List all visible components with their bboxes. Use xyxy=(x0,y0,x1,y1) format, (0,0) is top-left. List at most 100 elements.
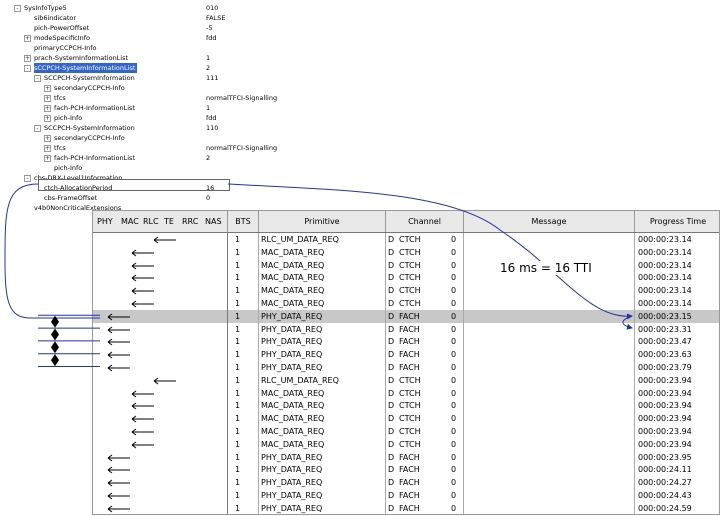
table-row[interactable]: 1 PHY_DATA_REQ D FACH 0 000:00:23.47 xyxy=(93,335,719,348)
arrow-left-icon xyxy=(107,489,130,502)
expand-icon[interactable]: + xyxy=(24,35,31,42)
time-cell: 000:00:23.63 xyxy=(638,350,692,360)
expand-icon[interactable]: + xyxy=(24,55,31,62)
expand-icon[interactable]: + xyxy=(44,115,51,122)
collapse-icon[interactable]: - xyxy=(34,75,41,82)
tree-node-label: pich-Info xyxy=(54,164,83,172)
time-cell: 000:00:23.94 xyxy=(638,375,692,385)
arrow-left-icon xyxy=(107,323,130,336)
table-row[interactable]: 1 PHY_DATA_REQ D FACH 0 000:00:24.11 xyxy=(93,463,719,476)
tree-node-label: SCCPCH-SystemInformation xyxy=(44,74,135,82)
bts-cell: 1 xyxy=(235,491,241,500)
table-row[interactable]: 1 PHY_DATA_REQ D FACH 0 000:00:23.63 xyxy=(93,348,719,361)
table-row[interactable]: 1 MAC_DATA_REQ D CTCH 0 000:00:23.94 xyxy=(93,387,719,400)
header-channel[interactable]: Channel xyxy=(386,211,464,232)
expand-icon[interactable]: + xyxy=(44,135,51,142)
time-cell: 000:00:23.95 xyxy=(638,452,692,462)
channel-index-cell: 0 xyxy=(451,414,457,424)
column-divider xyxy=(227,233,228,514)
arrow-left-icon xyxy=(107,476,130,489)
bts-cell: 1 xyxy=(235,350,241,360)
table-row[interactable]: 1 RLC_UM_DATA_REQ D CTCH 0 000:00:23.14 xyxy=(93,233,719,246)
header-bts[interactable]: BTS xyxy=(228,211,259,232)
primitive-cell: MAC_DATA_REQ xyxy=(261,260,325,270)
tree-node-label: secondaryCCPCH-Info xyxy=(54,84,125,92)
header-nas: NAS xyxy=(205,217,222,226)
table-row[interactable]: 1 MAC_DATA_REQ D CTCH 0 000:00:23.14 xyxy=(93,271,719,284)
expand-icon[interactable]: + xyxy=(44,85,51,92)
primitive-cell: MAC_DATA_REQ xyxy=(261,414,325,424)
channel-cell: FACH xyxy=(399,478,420,488)
table-row[interactable]: 1 MAC_DATA_REQ D CTCH 0 000:00:23.94 xyxy=(93,399,719,412)
channel-cell: CTCH xyxy=(399,401,421,411)
tree-node-label: sib6indicator xyxy=(34,14,77,22)
primitive-cell: PHY_DATA_REQ xyxy=(261,337,323,347)
table-row[interactable]: 1 PHY_DATA_REQ D FACH 0 000:00:23.15 xyxy=(93,309,719,323)
channel-index-cell: 0 xyxy=(451,465,457,475)
header-progress-time[interactable]: Progress Time xyxy=(635,211,719,232)
table-row[interactable]: 1 MAC_DATA_REQ D CTCH 0 000:00:23.94 xyxy=(93,438,719,451)
table-row[interactable]: 1 MAC_DATA_REQ D CTCH 0 000:00:23.14 xyxy=(93,284,719,297)
table-row[interactable]: 1 MAC_DATA_REQ D CTCH 0 000:00:23.14 xyxy=(93,246,719,259)
column-divider xyxy=(463,233,464,514)
tree-node-label: primaryCCPCH-Info xyxy=(34,44,97,52)
channel-cell: FACH xyxy=(399,324,420,334)
diamond-marker xyxy=(51,354,59,367)
tti-note: 16 ms = 16 TTI xyxy=(500,261,592,275)
bts-cell: 1 xyxy=(235,401,241,411)
channel-index-cell: 0 xyxy=(451,286,457,296)
expand-icon[interactable]: + xyxy=(44,105,51,112)
channel-cell: FACH xyxy=(399,363,420,372)
collapse-icon[interactable]: - xyxy=(14,5,21,12)
expand-icon[interactable]: + xyxy=(44,155,51,162)
primitive-cell: MAC_DATA_REQ xyxy=(261,388,325,398)
diamond-marker xyxy=(51,315,59,328)
tree-node-label: SCCPCH-SystemInformation xyxy=(44,124,135,132)
table-row[interactable]: 1 MAC_DATA_REQ D CTCH 0 000:00:23.94 xyxy=(93,425,719,438)
header-message[interactable]: Message xyxy=(464,211,635,232)
table-row[interactable]: 1 PHY_DATA_REQ D FACH 0 000:00:24.59 xyxy=(93,502,719,514)
tree-node-label: pich-Info xyxy=(54,114,83,122)
table-row[interactable]: 1 MAC_DATA_REQ D CTCH 0 000:00:23.14 xyxy=(93,297,719,310)
tree-node-label: tfcs xyxy=(54,144,66,152)
table-row[interactable]: 1 PHY_DATA_REQ D FACH 0 000:00:24.43 xyxy=(93,489,719,502)
time-cell: 000:00:23.94 xyxy=(638,401,692,411)
bts-cell: 1 xyxy=(235,286,241,296)
table-row[interactable]: 1 MAC_DATA_REQ D CTCH 0 000:00:23.94 xyxy=(93,412,719,425)
tree-node-value: FALSE xyxy=(206,14,226,22)
column-divider xyxy=(634,233,635,514)
tree-node-value: 2 xyxy=(206,64,211,72)
bts-cell: 1 xyxy=(235,337,241,347)
trace-grid: PHY MAC RLC TE RRC NAS BTS Primitive Cha… xyxy=(92,210,720,515)
tree-node-value: 010 xyxy=(206,4,219,12)
time-cell: 000:00:23.94 xyxy=(638,388,692,398)
primitive-cell: PHY_DATA_REQ xyxy=(261,324,323,334)
channel-index-cell: 0 xyxy=(451,311,457,321)
collapse-icon[interactable]: - xyxy=(24,65,31,72)
channel-index-cell: 0 xyxy=(451,491,457,500)
table-row[interactable]: 1 PHY_DATA_REQ D FACH 0 000:00:23.79 xyxy=(93,361,719,374)
tree-node-value: fdd xyxy=(206,34,217,42)
collapse-icon[interactable]: - xyxy=(24,175,31,182)
table-row[interactable]: 1 PHY_DATA_REQ D FACH 0 000:00:23.95 xyxy=(93,451,719,464)
collapse-icon[interactable]: - xyxy=(34,125,41,132)
header-primitive[interactable]: Primitive xyxy=(259,211,386,232)
bts-cell: 1 xyxy=(235,375,241,385)
layers-header[interactable]: PHY MAC RLC TE RRC NAS xyxy=(93,211,228,232)
direction-cell: D xyxy=(388,478,395,488)
table-row[interactable]: 1 MAC_DATA_REQ D CTCH 0 000:00:23.14 xyxy=(93,259,719,272)
tree-node-value: 1 xyxy=(206,104,211,112)
expand-icon[interactable]: + xyxy=(44,95,51,102)
tree-node-value: normalTFCI-Signalling xyxy=(206,94,278,102)
expand-icon[interactable]: + xyxy=(44,145,51,152)
table-row[interactable]: 1 PHY_DATA_REQ D FACH 0 000:00:23.31 xyxy=(93,323,719,336)
channel-cell: CTCH xyxy=(399,388,421,398)
table-row[interactable]: 1 RLC_UM_DATA_REQ D CTCH 0 000:00:23.94 xyxy=(93,374,719,387)
direction-cell: D xyxy=(388,235,395,244)
direction-cell: D xyxy=(388,401,395,411)
tree-node-label: sCCPCH-SystemInformationList xyxy=(34,63,138,73)
arrow-left-icon xyxy=(153,374,176,387)
table-row[interactable]: 1 PHY_DATA_REQ D FACH 0 000:00:24.27 xyxy=(93,476,719,489)
arrow-left-icon xyxy=(107,451,130,464)
arrow-left-icon xyxy=(107,502,130,514)
